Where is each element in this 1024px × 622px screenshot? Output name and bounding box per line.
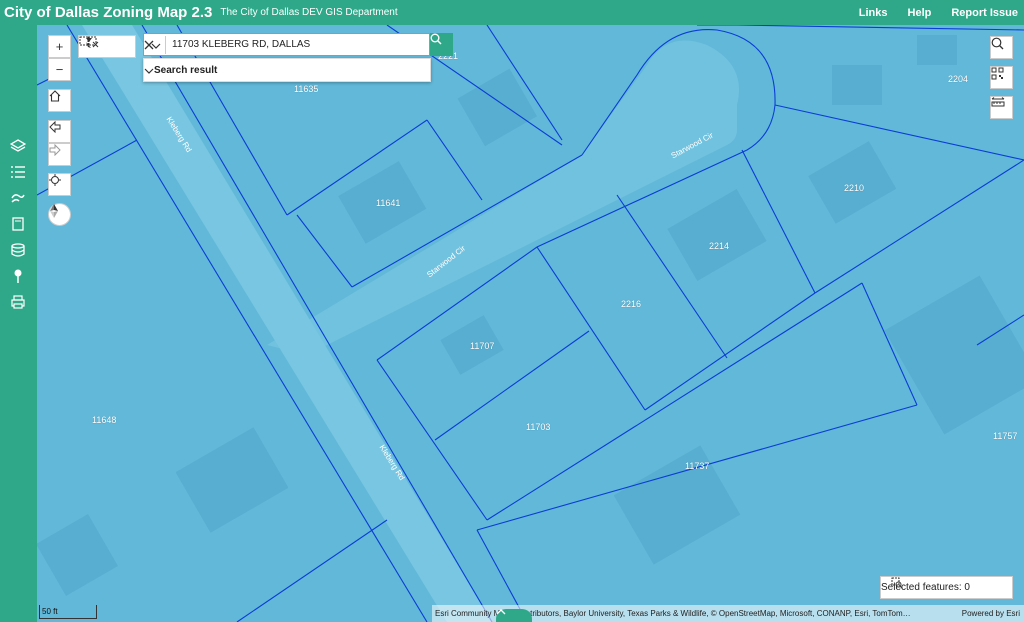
header-links: Links Help Report Issue: [839, 0, 1018, 25]
parcel-label[interactable]: 2216: [621, 299, 641, 309]
selection-magnify-icon: [891, 577, 903, 589]
links-link[interactable]: Links: [859, 7, 888, 19]
locate-icon: [49, 174, 61, 186]
parcel-label[interactable]: 2204: [948, 74, 968, 84]
parcel-label[interactable]: 11641: [376, 198, 400, 208]
search-icon: [991, 37, 1004, 50]
zoom-out-button[interactable]: −: [48, 58, 71, 81]
database-icon[interactable]: [10, 242, 26, 258]
select-tool-button[interactable]: [78, 35, 136, 58]
search-result-label: Search result: [154, 64, 218, 76]
report-issue-link[interactable]: Report Issue: [951, 7, 1018, 19]
search-widget[interactable]: 11703 KLEBERG RD, DALLAS: [143, 33, 430, 56]
sidebar: [0, 25, 37, 622]
parcel-label[interactable]: 11757: [993, 431, 1017, 441]
chevron-up-icon: [496, 609, 506, 615]
legend-list-icon[interactable]: [10, 164, 26, 180]
selected-features-panel[interactable]: Selected features: 0: [880, 576, 1013, 599]
parcel-layer: [37, 25, 1024, 622]
app-title: City of Dallas Zoning Map 2.3: [4, 4, 213, 21]
bookmark-icon[interactable]: [10, 216, 26, 232]
measure-icon: [991, 97, 1005, 107]
parcel-label[interactable]: 11707: [470, 341, 494, 351]
home-icon: [49, 90, 61, 102]
parcel-label[interactable]: 2210: [844, 183, 864, 193]
kleberg-road-surface: [82, 25, 492, 622]
app-header: City of Dallas Zoning Map 2.3 The City o…: [0, 0, 1024, 25]
print-icon[interactable]: [10, 294, 26, 310]
arrow-left-icon: [49, 121, 61, 133]
parcel-label[interactable]: 11635: [294, 84, 318, 94]
search-result-dropdown[interactable]: Search result: [143, 58, 431, 82]
search-input[interactable]: 11703 KLEBERG RD, DALLAS: [172, 39, 310, 50]
home-button[interactable]: [48, 89, 71, 112]
layers-icon[interactable]: [10, 138, 26, 154]
zoom-in-button[interactable]: +: [48, 35, 71, 58]
parcel-label[interactable]: 2214: [709, 241, 729, 251]
measure-button[interactable]: [990, 96, 1013, 119]
info-pin-icon[interactable]: [10, 268, 26, 284]
next-extent-button[interactable]: [48, 143, 71, 166]
compass-icon: [50, 204, 58, 218]
collapse-panel-tab[interactable]: [496, 609, 532, 622]
chevron-down-icon[interactable]: [144, 67, 154, 75]
app-subtitle: The City of Dallas DEV GIS Department: [220, 7, 398, 18]
powered-by-esri[interactable]: Powered by Esri: [962, 609, 1020, 618]
help-link[interactable]: Help: [908, 7, 932, 19]
compass-button[interactable]: [48, 203, 71, 226]
parcel-label[interactable]: 11737: [685, 461, 709, 471]
parcel-label[interactable]: 11703: [526, 422, 550, 432]
map-search-button[interactable]: [990, 36, 1013, 59]
map-view[interactable]: 2221 11635 2204 2210 11641 2214 2216 117…: [37, 25, 1024, 622]
search-button[interactable]: [430, 33, 453, 56]
scale-bar: 50 ft: [39, 605, 97, 619]
qr-code-icon: [991, 67, 1004, 80]
close-icon[interactable]: [144, 40, 154, 50]
qr-code-button[interactable]: [990, 66, 1013, 89]
arrow-right-icon: [49, 144, 61, 156]
previous-extent-button[interactable]: [48, 120, 71, 143]
clear-selection-icon: [87, 36, 99, 48]
search-icon: [430, 33, 442, 45]
parcel-label[interactable]: 11648: [92, 415, 116, 425]
basemap-icon[interactable]: [10, 190, 26, 206]
locate-button[interactable]: [48, 173, 71, 196]
search-divider: [165, 36, 166, 54]
